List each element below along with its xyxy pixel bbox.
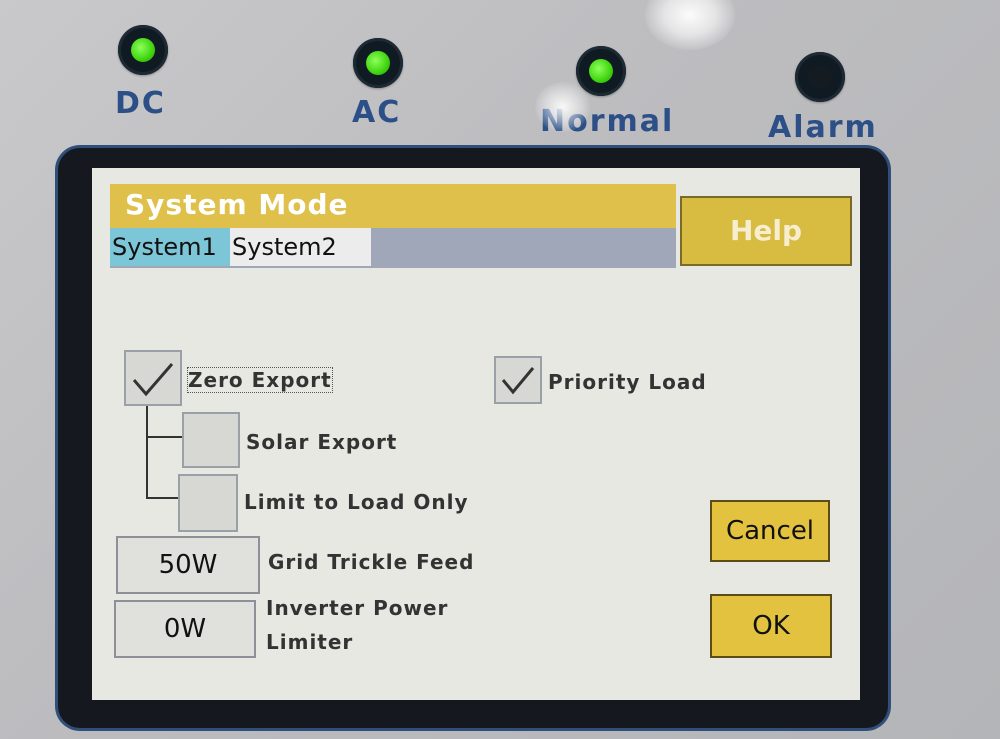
- solar-export-checkbox[interactable]: [182, 412, 240, 468]
- grid-trickle-feed-label: Grid Trickle Feed: [268, 550, 475, 574]
- priority-load-label: Priority Load: [548, 370, 707, 394]
- limit-to-load-only-label: Limit to Load Only: [244, 490, 469, 514]
- touch-screen: System Mode System1 System2 Help Zero Ex…: [92, 168, 860, 700]
- cancel-button[interactable]: Cancel: [710, 500, 830, 562]
- help-button[interactable]: Help: [680, 196, 852, 266]
- inverter-power-limiter-label-line2: Limiter: [266, 630, 354, 654]
- zero-export-checkbox[interactable]: [124, 350, 182, 406]
- alarm-indicator-led: [795, 52, 845, 102]
- ac-indicator-led: [353, 38, 403, 88]
- ok-button[interactable]: OK: [710, 594, 832, 658]
- inverter-power-limiter-label-line1: Inverter Power: [266, 596, 449, 620]
- checkmark-icon: [501, 367, 535, 395]
- tab-system2[interactable]: System2: [230, 228, 371, 266]
- inverter-power-limiter-input[interactable]: 0W: [114, 600, 256, 658]
- dc-indicator-led: [118, 25, 168, 75]
- tab-system1[interactable]: System1: [110, 228, 232, 266]
- alarm-indicator-label: Alarm: [768, 110, 878, 145]
- dc-indicator-label: DC: [115, 86, 166, 121]
- priority-load-checkbox[interactable]: [494, 356, 542, 404]
- page-title: System Mode: [125, 188, 349, 221]
- tree-line-branch-1: [146, 436, 182, 438]
- normal-indicator-led: [576, 46, 626, 96]
- light-glare-small: [535, 82, 590, 132]
- light-glare: [645, 0, 735, 50]
- tab-bar: System1 System2: [110, 228, 676, 268]
- grid-trickle-feed-input[interactable]: 50W: [116, 536, 260, 594]
- tree-line-branch-2: [146, 497, 180, 499]
- tree-line-vertical: [146, 406, 148, 498]
- ac-indicator-label: AC: [352, 95, 402, 130]
- title-bar: System Mode: [110, 184, 676, 230]
- zero-export-label: Zero Export: [187, 367, 333, 393]
- checkmark-icon: [132, 363, 174, 397]
- solar-export-label: Solar Export: [246, 430, 398, 454]
- limit-to-load-only-checkbox[interactable]: [178, 474, 238, 532]
